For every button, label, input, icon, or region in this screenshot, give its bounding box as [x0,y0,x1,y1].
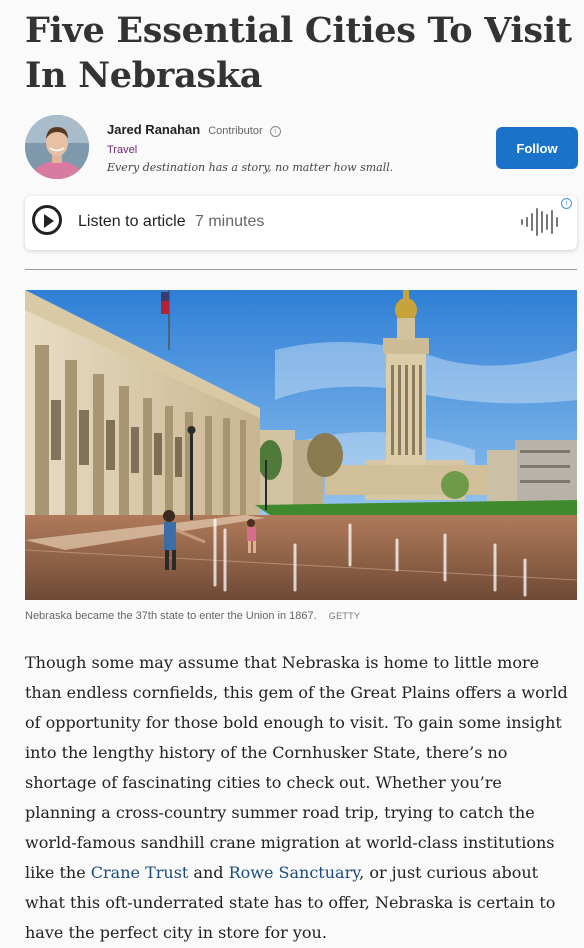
author-category[interactable]: Travel [107,144,393,156]
photo-credit: GETTY [328,611,361,621]
ad-info-icon[interactable]: i [561,198,572,209]
article-paragraph: Though some may assume that Nebraska is … [25,648,578,948]
article-title: Five Essential Cities To Visit In Nebras… [25,10,572,96]
paragraph-text-1: Though some may assume that Nebraska is … [25,653,568,882]
listen-to-article-player[interactable]: Listen to article 7 minutes i [25,196,577,250]
audio-waveform-icon [521,208,558,236]
author-avatar[interactable] [25,115,89,179]
rowe-sanctuary-link[interactable]: Rowe Sanctuary [229,863,360,882]
author-name[interactable]: Jared Ranahan [107,122,200,137]
paragraph-text-2: and [188,863,229,882]
crane-trust-link[interactable]: Crane Trust [91,863,189,882]
caption-text: Nebraska became the 37th state to enter … [25,610,317,622]
listen-label: Listen to article [78,213,186,230]
info-icon[interactable]: i [269,126,281,137]
hero-image [25,290,577,600]
author-tagline: Every destination has a story, no matter… [107,161,394,174]
image-caption: Nebraska became the 37th state to enter … [25,610,577,622]
author-role: Contributor [208,125,263,137]
listen-duration: 7 minutes [195,213,265,230]
author-info: Jared Ranahan Contributor i Travel Every… [107,121,393,174]
divider [25,269,577,270]
follow-button[interactable]: Follow [496,127,578,169]
play-icon[interactable] [32,205,62,235]
nebraska-capitol-photo [25,290,577,600]
author-byline: Jared Ranahan Contributor i Travel Every… [25,115,578,185]
avatar-photo [25,115,89,179]
